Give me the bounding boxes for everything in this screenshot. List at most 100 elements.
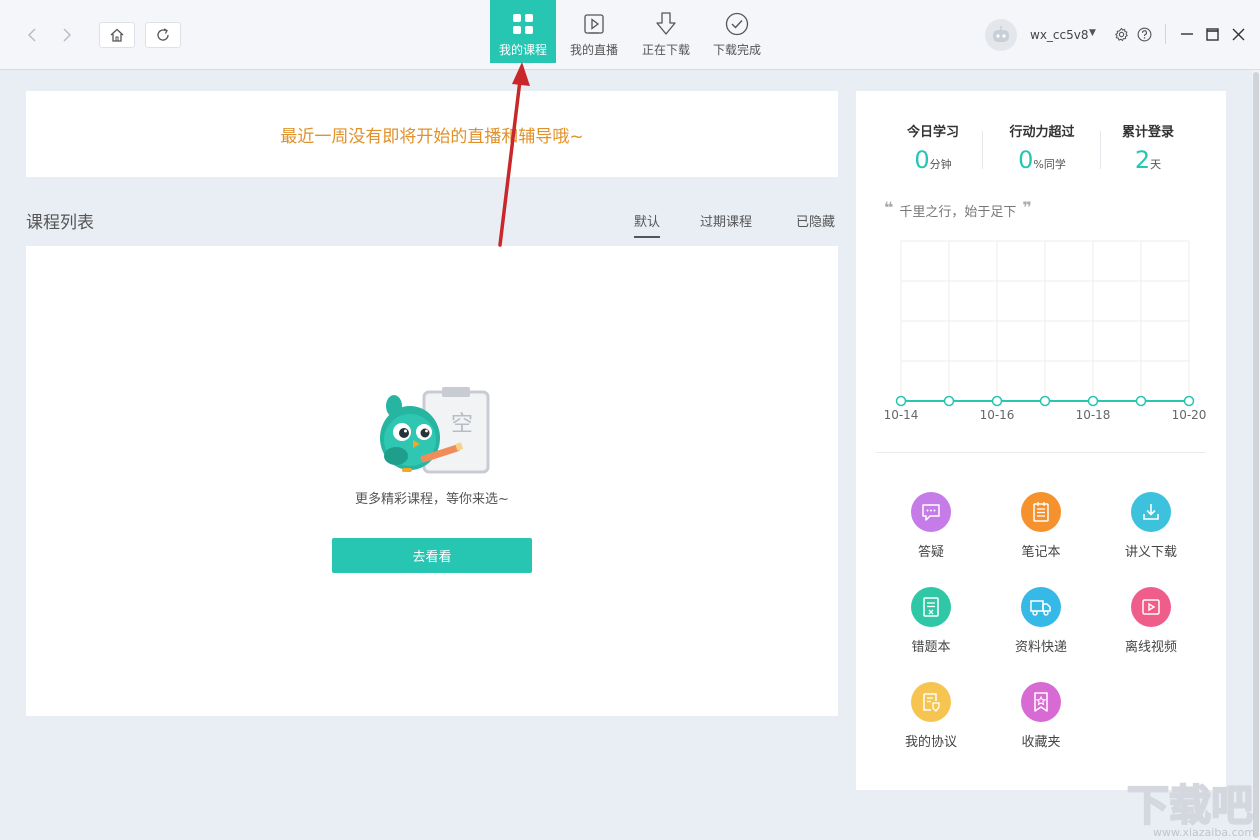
tab-label: 正在下载 <box>642 41 690 58</box>
tool-label: 离线视频 <box>1106 636 1196 655</box>
check-circle-icon <box>725 12 749 36</box>
tool-material-delivery[interactable]: 资料快递 <box>996 587 1086 655</box>
divider <box>876 452 1206 453</box>
tool-notebook[interactable]: 笔记本 <box>996 492 1086 560</box>
refresh-icon <box>155 27 171 43</box>
username[interactable]: wx_cc5v8 <box>1030 28 1088 42</box>
tab-label: 我的直播 <box>570 41 618 58</box>
refresh-button[interactable] <box>145 22 181 48</box>
tool-label: 资料快递 <box>996 636 1086 655</box>
stat-unit: %同学 <box>1033 158 1065 171</box>
chevron-left-icon <box>27 28 37 42</box>
home-icon <box>109 27 125 43</box>
tab-downloading[interactable]: 正在下载 <box>633 0 699 63</box>
notice-text: 最近一周没有即将开始的直播和辅导哦~ <box>280 122 583 147</box>
filter-default[interactable]: 默认 <box>634 211 660 238</box>
data-point <box>897 397 906 406</box>
course-list-title: 课程列表 <box>26 208 94 233</box>
stat-number: 0 <box>1018 146 1033 174</box>
scrollbar[interactable] <box>1252 70 1260 840</box>
tool-label: 笔记本 <box>996 541 1086 560</box>
maximize-button[interactable] <box>1203 24 1221 44</box>
stat-value: 0分钟 <box>878 146 988 179</box>
study-side-panel: 今日学习 0分钟 行动力超过 0%同学 累计登录 2天 ❝ 千里之行，始于足下 … <box>856 91 1226 790</box>
scrollbar-thumb[interactable] <box>1253 72 1259 838</box>
empty-state-illustration: 空 <box>372 386 496 476</box>
gear-icon[interactable] <box>1113 26 1129 42</box>
tool-favorites[interactable]: 收藏夹 <box>996 682 1086 750</box>
help-icon[interactable] <box>1136 26 1152 42</box>
tab-downloaded[interactable]: 下载完成 <box>704 0 770 63</box>
tool-label: 错题本 <box>886 636 976 655</box>
home-button[interactable] <box>99 22 135 48</box>
robot-avatar-icon <box>989 23 1013 47</box>
stat-action-beat: 行动力超过 0%同学 <box>987 121 1097 179</box>
top-bar: 我的课程 我的直播 正在下载 下载完成 wx_cc5v8 ▼ <box>0 0 1260 70</box>
avatar[interactable] <box>985 19 1017 51</box>
x-tick-label: 10-14 <box>884 408 919 422</box>
filter-hidden[interactable]: 已隐藏 <box>796 211 835 230</box>
stat-value: 0%同学 <box>987 146 1097 179</box>
download-icon <box>1131 492 1171 532</box>
motto-quote: ❝ 千里之行，始于足下 ❞ <box>884 201 1032 220</box>
data-point <box>1089 397 1098 406</box>
stat-number: 0 <box>914 146 929 174</box>
divider <box>1165 24 1166 44</box>
svg-text:下载吧: 下载吧 <box>1127 781 1253 830</box>
stat-total-login: 累计登录 2天 <box>1093 121 1203 179</box>
stat-unit: 分钟 <box>930 158 952 171</box>
truck-icon <box>1021 587 1061 627</box>
tab-label: 我的课程 <box>499 41 547 58</box>
data-point <box>1137 397 1146 406</box>
close-button[interactable] <box>1229 24 1247 44</box>
minimize-icon <box>1180 27 1194 41</box>
data-point <box>945 397 954 406</box>
empty-state-text: 更多精彩课程，等你来选~ <box>26 488 838 507</box>
chevron-right-icon <box>62 28 72 42</box>
empty-badge: 空 <box>451 412 473 437</box>
notebook-icon <box>1021 492 1061 532</box>
grid-icon <box>511 12 535 36</box>
agreement-icon <box>911 682 951 722</box>
course-list-panel: 空 更多精彩课程，等你来选~ 去看看 <box>26 246 838 716</box>
stat-unit: 天 <box>1150 158 1161 171</box>
data-point <box>1041 397 1050 406</box>
tool-qa[interactable]: 答疑 <box>886 492 976 560</box>
x-tick-label: 10-20 <box>1172 408 1207 422</box>
svg-text:www.xiazaiba.com: www.xiazaiba.com <box>1153 826 1255 839</box>
tool-error-book[interactable]: 错题本 <box>886 587 976 655</box>
divider <box>982 131 983 169</box>
back-button[interactable] <box>14 22 49 48</box>
tool-label: 答疑 <box>886 541 976 560</box>
tool-label: 讲义下载 <box>1106 541 1196 560</box>
data-point <box>1185 397 1194 406</box>
chevron-down-icon[interactable]: ▼ <box>1089 28 1096 38</box>
live-notice-banner: 最近一周没有即将开始的直播和辅导哦~ <box>26 91 838 177</box>
chat-bubble-icon <box>911 492 951 532</box>
tool-offline-video[interactable]: 离线视频 <box>1106 587 1196 655</box>
minimize-button[interactable] <box>1178 24 1196 44</box>
quote-open-icon: ❝ <box>884 201 893 215</box>
tab-my-courses[interactable]: 我的课程 <box>490 0 556 63</box>
tab-label: 下载完成 <box>713 41 761 58</box>
tool-my-agreement[interactable]: 我的协议 <box>886 682 976 750</box>
browse-courses-button[interactable]: 去看看 <box>332 538 532 573</box>
forward-button[interactable] <box>49 22 84 48</box>
stat-today-study: 今日学习 0分钟 <box>878 121 988 179</box>
error-book-icon <box>911 587 951 627</box>
tab-my-live[interactable]: 我的直播 <box>561 0 627 63</box>
stat-label: 行动力超过 <box>987 121 1097 140</box>
tool-handout-download[interactable]: 讲义下载 <box>1106 492 1196 560</box>
filter-expired[interactable]: 过期课程 <box>700 211 752 230</box>
x-tick-label: 10-16 <box>980 408 1015 422</box>
play-screen-icon <box>582 12 606 36</box>
quote-text: 千里之行，始于足下 <box>899 201 1016 220</box>
stat-number: 2 <box>1135 146 1150 174</box>
favorite-icon <box>1021 682 1061 722</box>
data-point <box>993 397 1002 406</box>
maximize-icon <box>1206 28 1219 41</box>
stat-label: 累计登录 <box>1093 121 1203 140</box>
study-time-chart: 10-14 10-16 10-18 10-20 <box>876 236 1216 426</box>
x-tick-label: 10-18 <box>1076 408 1111 422</box>
stat-value: 2天 <box>1093 146 1203 179</box>
